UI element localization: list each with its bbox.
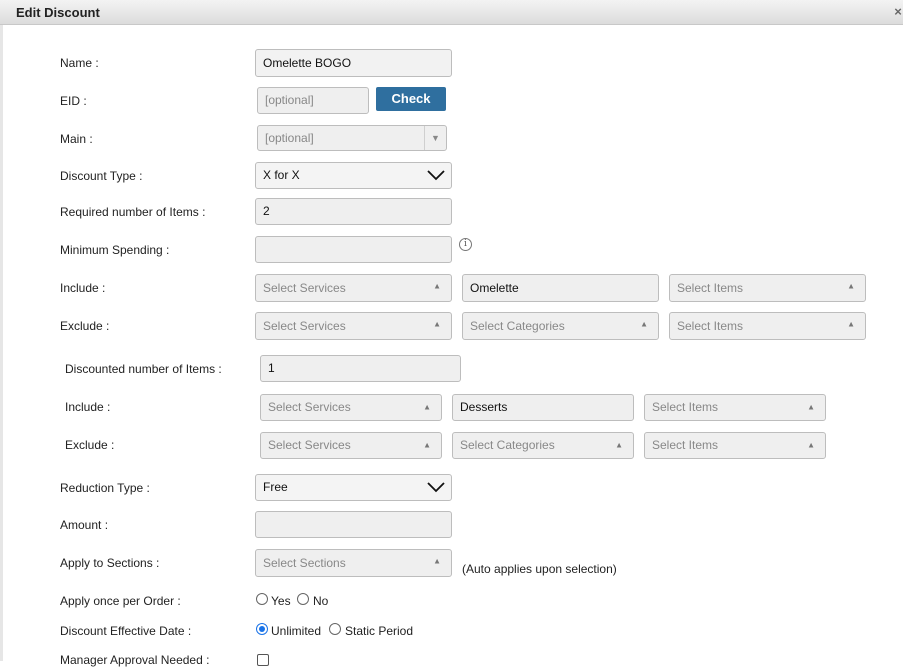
dialog-left-border	[0, 25, 3, 661]
caret-up-icon: ▲	[423, 401, 431, 411]
manager-approval-checkbox[interactable]	[257, 654, 269, 666]
main-label: Main :	[60, 132, 93, 146]
discounted-exclude-categories-value: Select Categories	[460, 438, 555, 452]
main-dropdown[interactable]: [optional] ▼	[257, 125, 447, 151]
include-services-value: Select Services	[263, 281, 346, 295]
eid-input[interactable]: [optional]	[257, 87, 369, 114]
effective-date-label: Discount Effective Date :	[60, 624, 192, 638]
apply-once-no-radio[interactable]	[297, 593, 309, 605]
caret-up-icon: ▲	[615, 439, 623, 449]
apply-sections-select[interactable]: Select Sections ▲	[255, 549, 452, 577]
exclude-services-value: Select Services	[263, 319, 346, 333]
include-categories-select[interactable]: Omelette	[462, 274, 659, 302]
discounted-exclude-services-value: Select Services	[268, 438, 351, 452]
caret-up-icon: ▲	[433, 319, 441, 329]
chevron-down-icon	[427, 170, 445, 181]
apply-once-yes-label: Yes	[271, 594, 291, 608]
amount-input[interactable]	[255, 511, 452, 538]
close-icon[interactable]: ×	[891, 4, 903, 20]
discounted-exclude-items-select[interactable]: Select Items ▲	[644, 432, 826, 459]
discounted-include-services-select[interactable]: Select Services ▲	[260, 394, 442, 421]
required-items-input[interactable]: 2	[255, 198, 452, 225]
include-items-select[interactable]: Select Items ▲	[669, 274, 866, 302]
reduction-type-select[interactable]: Free	[255, 474, 452, 501]
name-input[interactable]: Omelette BOGO	[255, 49, 452, 77]
effective-date-unlimited-radio[interactable]	[256, 623, 268, 635]
effective-date-static-label: Static Period	[345, 624, 414, 638]
exclude-items-select[interactable]: Select Items ▲	[669, 312, 866, 340]
apply-once-no-label: No	[313, 594, 329, 608]
apply-sections-value: Select Sections	[263, 556, 346, 570]
caret-down-icon: ▼	[424, 126, 446, 150]
caret-up-icon: ▲	[433, 556, 441, 566]
exclude-services-select[interactable]: Select Services ▲	[255, 312, 452, 340]
caret-up-icon: ▲	[807, 401, 815, 411]
eid-label: EID :	[60, 94, 87, 108]
apply-sections-label: Apply to Sections :	[60, 556, 160, 570]
include-label: Include :	[60, 281, 106, 295]
dialog-title: Edit Discount	[16, 5, 100, 20]
apply-once-label: Apply once per Order :	[60, 594, 181, 608]
effective-date-static-radio[interactable]	[329, 623, 341, 635]
caret-up-icon: ▲	[847, 281, 855, 291]
discounted-include-services-value: Select Services	[268, 400, 351, 414]
discounted-include-categories-value: Desserts	[460, 400, 508, 414]
caret-up-icon: ▲	[423, 439, 431, 449]
discounted-exclude-services-select[interactable]: Select Services ▲	[260, 432, 442, 459]
exclude-categories-value: Select Categories	[470, 319, 565, 333]
minimum-spending-input[interactable]	[255, 236, 452, 263]
discounted-items-input[interactable]: 1	[260, 355, 461, 382]
check-button[interactable]: Check	[376, 87, 446, 111]
discounted-items-label: Discounted number of Items :	[65, 362, 222, 376]
exclude-categories-select[interactable]: Select Categories ▲	[462, 312, 659, 340]
discount-type-label: Discount Type :	[60, 169, 143, 183]
discounted-include-items-value: Select Items	[652, 400, 719, 414]
required-items-label: Required number of Items :	[60, 205, 206, 219]
amount-label: Amount :	[60, 518, 109, 532]
manager-approval-label: Manager Approval Needed :	[60, 653, 210, 667]
discounted-include-categories-select[interactable]: Desserts	[452, 394, 634, 421]
minimum-spending-label: Minimum Spending :	[60, 243, 170, 257]
discounted-include-label: Include :	[65, 400, 111, 414]
discounted-exclude-items-value: Select Items	[652, 438, 719, 452]
caret-up-icon: ▲	[640, 319, 648, 329]
name-label: Name :	[60, 56, 99, 70]
exclude-label: Exclude :	[60, 319, 110, 333]
include-items-value: Select Items	[677, 281, 744, 295]
caret-up-icon: ▲	[807, 439, 815, 449]
include-services-select[interactable]: Select Services ▲	[255, 274, 452, 302]
exclude-items-value: Select Items	[677, 319, 744, 333]
effective-date-unlimited-label: Unlimited	[271, 624, 322, 638]
discounted-exclude-categories-select[interactable]: Select Categories ▲	[452, 432, 634, 459]
apply-sections-note: (Auto applies upon selection)	[462, 562, 617, 576]
discounted-include-items-select[interactable]: Select Items ▲	[644, 394, 826, 421]
caret-up-icon: ▲	[433, 281, 441, 291]
apply-once-yes-radio[interactable]	[256, 593, 268, 605]
chevron-down-icon	[427, 482, 445, 493]
discounted-exclude-label: Exclude :	[65, 438, 115, 452]
reduction-type-label: Reduction Type :	[60, 481, 150, 495]
info-icon[interactable]: i	[459, 238, 472, 251]
dialog-titlebar: Edit Discount ×	[0, 0, 903, 25]
main-dropdown-value: [optional]	[265, 131, 314, 145]
include-categories-value: Omelette	[470, 281, 519, 295]
discount-type-value: X for X	[263, 168, 300, 182]
discount-type-select[interactable]: X for X	[255, 162, 452, 189]
reduction-type-value: Free	[263, 480, 288, 494]
caret-up-icon: ▲	[847, 319, 855, 329]
